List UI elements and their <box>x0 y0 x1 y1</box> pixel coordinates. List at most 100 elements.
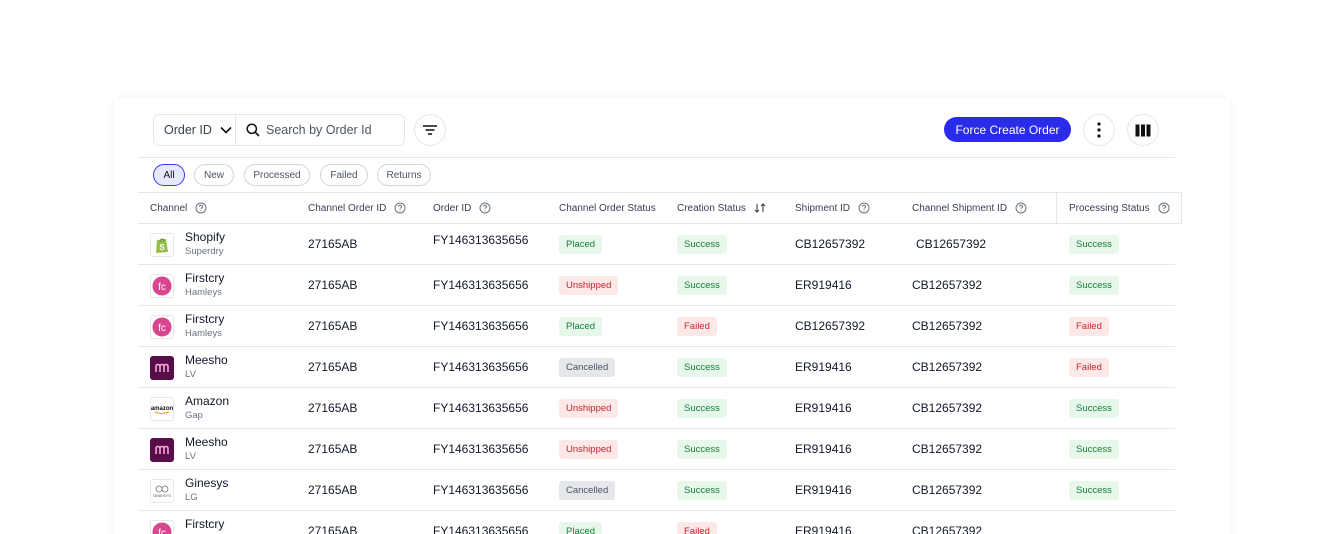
shipment-id: CB12657392 <box>795 237 866 251</box>
channel-order-id: 27165AB <box>308 278 358 292</box>
table-row[interactable]: fc Firstcry Hamleys 27165AB FY146313635656 Pl… <box>138 306 1175 347</box>
channel-order-status-badge: Placed <box>559 316 603 336</box>
channel-account: Superdry <box>185 246 224 257</box>
shipment-id: ER919416 <box>795 401 852 415</box>
table-row[interactable]: fc Firstcry 27165AB FY146313635656 Placed Fai… <box>138 511 1175 534</box>
creation-status-badge: Failed <box>677 316 717 336</box>
help-icon[interactable] <box>479 202 491 214</box>
shipment-id: ER919416 <box>795 278 852 292</box>
order-id-select[interactable]: Order ID <box>154 115 236 145</box>
channel-order-status-cell: Cancelled <box>559 470 616 510</box>
column-header-channel-shipment-id[interactable]: Channel Shipment ID <box>912 193 1027 223</box>
creation-status-cell: Success <box>677 265 727 305</box>
force-create-order-button[interactable]: Force Create Order <box>944 117 1071 142</box>
amazon-logo: amazon <box>150 397 174 421</box>
search-input[interactable] <box>266 123 396 137</box>
order-id: FY146313635656 <box>433 360 529 374</box>
channel-account: LG <box>185 492 198 503</box>
channel-order-status-badge: Unshipped <box>559 439 619 459</box>
processing-status-badge: Success <box>1069 480 1119 500</box>
help-icon[interactable] <box>1015 202 1027 214</box>
svg-text:fc: fc <box>158 282 166 293</box>
table-row[interactable]: amazon Amazon Gap 27165AB FY146313635656 Unsh… <box>138 388 1175 429</box>
channel-name: Shopify <box>185 230 226 244</box>
channel-order-id: 27165AB <box>308 442 358 456</box>
meesho-logo <box>150 438 174 462</box>
column-header-channel[interactable]: Channel <box>150 193 207 223</box>
processing-status-badge: Success <box>1069 398 1119 418</box>
creation-status-badge: Success <box>677 234 727 254</box>
columns-button[interactable] <box>1127 114 1159 146</box>
column-header-channel-order-status[interactable]: Channel Order Status <box>559 193 656 223</box>
svg-text:amazon: amazon <box>151 406 173 412</box>
filter-chip-processed[interactable]: Processed <box>244 164 310 186</box>
processing-status-badge: Failed <box>1069 357 1109 377</box>
order-id: FY146313635656 <box>433 483 529 497</box>
order-id: FY146313635656 <box>433 278 529 292</box>
help-icon[interactable] <box>858 202 870 214</box>
channel-account: Gap <box>185 410 203 421</box>
table-row[interactable]: Meesho LV 27165AB FY146313635656 Cancelled Su… <box>138 347 1175 388</box>
help-icon[interactable] <box>195 202 207 214</box>
processing-status-cell: Success <box>1069 429 1119 469</box>
channel-order-status-badge: Placed <box>559 234 603 254</box>
channel-account: Hamleys <box>185 287 222 298</box>
filter-chip-new[interactable]: New <box>194 164 234 186</box>
column-header-channel-order-id[interactable]: Channel Order ID <box>308 193 406 223</box>
columns-icon <box>1135 124 1151 136</box>
firstcry-logo: fc <box>150 274 174 298</box>
creation-status-badge: Failed <box>677 521 717 534</box>
channel-order-id: 27165AB <box>308 401 358 415</box>
filter-button[interactable] <box>414 114 446 146</box>
column-header-order-id[interactable]: Order ID <box>433 193 491 223</box>
channel-order-id: 27165AB <box>308 319 358 333</box>
processing-status-badge: Success <box>1069 275 1119 295</box>
meesho-logo <box>150 356 174 380</box>
sort-icon[interactable] <box>754 203 766 213</box>
creation-status-cell: Failed <box>677 511 717 534</box>
channel-order-status-badge: Placed <box>559 521 603 534</box>
channel-order-status-cell: Unshipped <box>559 388 619 428</box>
help-icon[interactable] <box>394 202 406 214</box>
channel-order-status-cell: Unshipped <box>559 265 619 305</box>
column-header-shipment-id[interactable]: Shipment ID <box>795 193 870 223</box>
chevron-down-icon <box>220 126 232 134</box>
ginesys-logo: GINESYS <box>150 479 174 503</box>
help-icon[interactable] <box>1158 202 1170 214</box>
processing-status-cell: Success <box>1069 265 1119 305</box>
table-row[interactable]: GINESYS Ginesys LG 27165AB FY146313635656 Can… <box>138 470 1175 511</box>
channel-order-status-badge: Cancelled <box>559 480 616 500</box>
filter-chip-all[interactable]: All <box>153 164 185 186</box>
shipment-id: ER919416 <box>795 360 852 374</box>
table-row[interactable]: Meesho LV 27165AB FY146313635656 Unshipped Su… <box>138 429 1175 470</box>
order-id-search-group: Order ID <box>153 114 405 146</box>
creation-status-badge: Success <box>677 357 727 377</box>
creation-status-cell: Success <box>677 429 727 469</box>
svg-text:GINESYS: GINESYS <box>153 493 171 498</box>
table-row[interactable]: fc Firstcry Hamleys 27165AB FY146313635656 Un… <box>138 265 1175 306</box>
more-options-button[interactable] <box>1083 114 1115 146</box>
processing-status-cell: Success <box>1069 470 1119 510</box>
channel-order-id: 27165AB <box>308 360 358 374</box>
order-id-select-label: Order ID <box>164 123 212 137</box>
channel-order-status-cell: Placed <box>559 511 603 534</box>
filter-chip-returns[interactable]: Returns <box>377 164 431 186</box>
column-header-creation-status[interactable]: Creation Status <box>677 193 766 223</box>
table-row[interactable]: S Shopify Superdry 27165AB FY146313635656 Pla… <box>138 224 1175 265</box>
channel-shipment-id: CB12657392 <box>912 524 983 534</box>
channel-shipment-id: CB12657392 <box>916 237 987 251</box>
table-header: Channel Channel Order ID Order ID Channe… <box>138 192 1182 224</box>
channel-name: Firstcry <box>185 312 225 326</box>
processing-status-badge: Success <box>1069 439 1119 459</box>
svg-text:S: S <box>159 243 165 252</box>
channel-account: LV <box>185 451 196 462</box>
shipment-id: ER919416 <box>795 442 852 456</box>
channel-shipment-id: CB12657392 <box>912 319 983 333</box>
firstcry-logo: fc <box>150 315 174 339</box>
creation-status-cell: Success <box>677 224 727 264</box>
channel-order-status-badge: Unshipped <box>559 275 619 295</box>
processing-status-cell: Failed <box>1069 306 1109 346</box>
column-header-processing-status[interactable]: Processing Status <box>1069 193 1170 223</box>
filter-chip-failed[interactable]: Failed <box>320 164 368 186</box>
processing-status-cell: Success <box>1069 224 1119 264</box>
